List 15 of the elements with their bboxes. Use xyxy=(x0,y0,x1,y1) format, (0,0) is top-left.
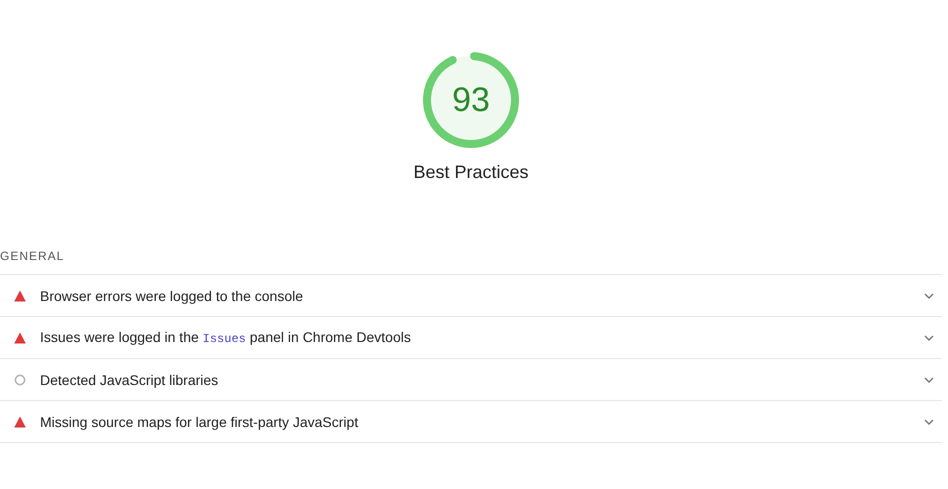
audit-title: Issues were logged in the Issues panel in Chrome Devtools xyxy=(40,329,412,346)
audit-title: Browser errors were logged to the console xyxy=(40,288,304,304)
audit-row[interactable]: Detected JavaScript libraries xyxy=(0,359,942,401)
audit-title: Missing source maps for large first-party JavaScript xyxy=(40,414,360,430)
audit-row[interactable]: Browser errors were logged to the console xyxy=(0,275,942,317)
audit-row[interactable]: Missing source maps for large first-party JavaScript xyxy=(0,401,942,443)
score-value: 93 xyxy=(451,81,491,119)
chevron-icon[interactable] xyxy=(924,334,934,340)
audit-row[interactable]: Issues were logged in the Issues panel in Chrome Devtools xyxy=(0,317,942,359)
chevron-icon[interactable] xyxy=(924,376,934,382)
category-title: Best Practices xyxy=(413,162,529,183)
group-title: GENERAL xyxy=(0,249,66,265)
audit-title: Detected JavaScript libraries xyxy=(40,372,220,388)
chevron-icon[interactable] xyxy=(924,292,934,298)
chevron-icon[interactable] xyxy=(924,418,934,424)
